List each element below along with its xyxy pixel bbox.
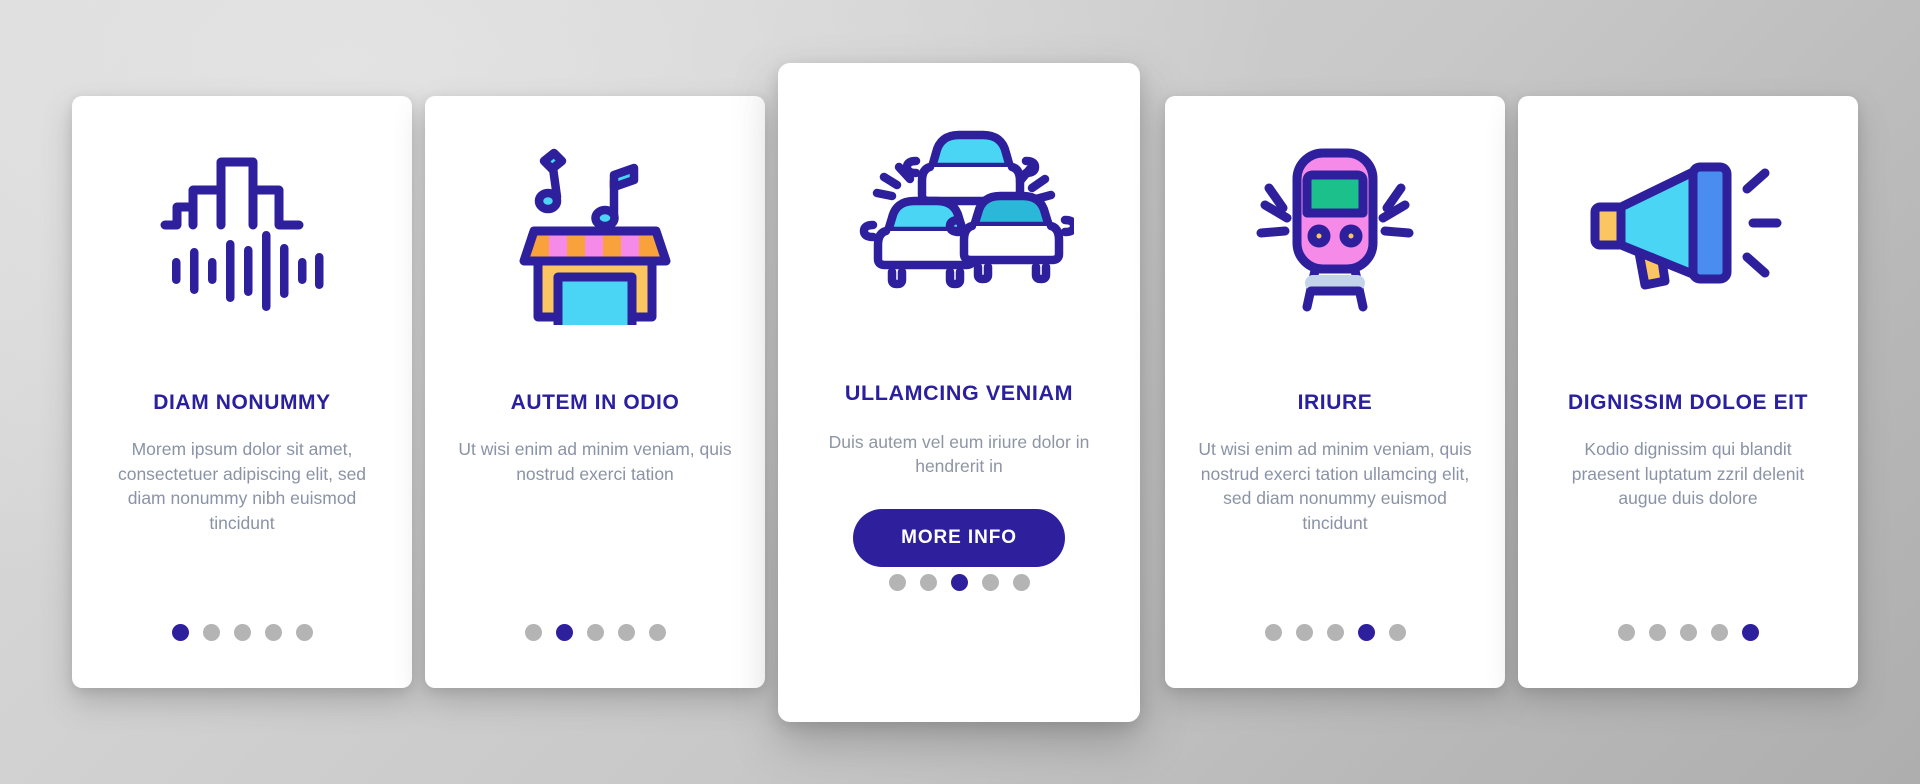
card-icon-area — [72, 96, 412, 364]
music-store-icon — [500, 135, 690, 325]
pagination-dot-3[interactable] — [1679, 624, 1697, 641]
onboarding-card-iriure[interactable]: IRIURE Ut wisi enim ad minim veniam, qui… — [1165, 96, 1505, 688]
card-body-text: Ut wisi enim ad minim veniam, quis nostr… — [1198, 439, 1472, 533]
onboarding-card-ullamcing-veniam[interactable]: ULLAMCING VENIAM Duis autem vel eum iriu… — [778, 63, 1140, 722]
card-title: IRIURE — [1297, 391, 1373, 414]
pagination-dot-5[interactable] — [648, 624, 666, 641]
card-icon-area — [425, 96, 765, 364]
pagination-dot-4[interactable] — [617, 624, 635, 641]
pagination-dot-4[interactable] — [1710, 624, 1728, 641]
pagination-dot-1[interactable] — [171, 624, 189, 641]
card-body-text: Duis autem vel eum iriure dolor in hendr… — [828, 431, 1090, 477]
pagination-dots[interactable] — [425, 624, 765, 641]
pagination-dots[interactable] — [1518, 624, 1858, 641]
card-title: ULLAMCING VENIAM — [844, 381, 1074, 405]
onboarding-card-dignissim-doloe-eit[interactable]: DIGNISSIM DOLOE EIT Kodio dignissim qui … — [1518, 96, 1858, 688]
card-title: AUTEM IN ODIO — [510, 391, 680, 414]
pagination-dots[interactable] — [778, 574, 1140, 591]
pagination-dot-2[interactable] — [202, 624, 220, 641]
card-title: DIAM NONUMMY — [153, 391, 331, 414]
pagination-dot-1[interactable] — [888, 574, 906, 591]
pagination-dot-5[interactable] — [295, 624, 313, 641]
more-info-button[interactable]: MORE INFO — [853, 508, 1065, 567]
onboarding-carousel-stage: DIAM NONUMMY Morem ipsum dolor sit amet,… — [0, 0, 1920, 784]
pagination-dot-3[interactable] — [586, 624, 604, 641]
card-title: DIGNISSIM DOLOE EIT — [1567, 391, 1809, 414]
pagination-dot-3[interactable] — [950, 574, 968, 591]
card-body-text: Morem ipsum dolor sit amet, consectetuer… — [117, 439, 367, 533]
card-body-text: Kodio dignissim qui blandit praesent lup… — [1571, 439, 1805, 508]
pagination-dot-3[interactable] — [1326, 624, 1344, 641]
pagination-dot-1[interactable] — [524, 624, 542, 641]
onboarding-card-autem-in-odio[interactable]: AUTEM IN ODIO Ut wisi enim ad minim veni… — [425, 96, 765, 688]
pagination-dot-1[interactable] — [1617, 624, 1635, 641]
megaphone-icon — [1583, 145, 1793, 315]
onboarding-card-diam-nonummy[interactable]: DIAM NONUMMY Morem ipsum dolor sit amet,… — [72, 96, 412, 688]
pagination-dots[interactable] — [72, 624, 412, 641]
pagination-dot-2[interactable] — [1295, 624, 1313, 641]
pagination-dots[interactable] — [1165, 624, 1505, 641]
pagination-dot-5[interactable] — [1388, 624, 1406, 641]
pagination-dot-2[interactable] — [1648, 624, 1666, 641]
train-icon — [1235, 135, 1435, 325]
pagination-dot-3[interactable] — [233, 624, 251, 641]
pagination-dot-5[interactable] — [1741, 624, 1759, 641]
pagination-dot-4[interactable] — [264, 624, 282, 641]
traffic-cars-icon — [844, 113, 1074, 313]
pagination-dot-4[interactable] — [981, 574, 999, 591]
pagination-dot-4[interactable] — [1357, 624, 1375, 641]
sound-wave-equalizer-icon — [153, 141, 331, 319]
pagination-dot-2[interactable] — [919, 574, 937, 591]
card-icon-area — [1518, 96, 1858, 364]
card-icon-area — [778, 63, 1140, 363]
card-body-text: Ut wisi enim ad minim veniam, quis nostr… — [458, 439, 732, 484]
pagination-dot-2[interactable] — [555, 624, 573, 641]
pagination-dot-5[interactable] — [1012, 574, 1030, 591]
card-icon-area — [1165, 96, 1505, 364]
pagination-dot-1[interactable] — [1264, 624, 1282, 641]
